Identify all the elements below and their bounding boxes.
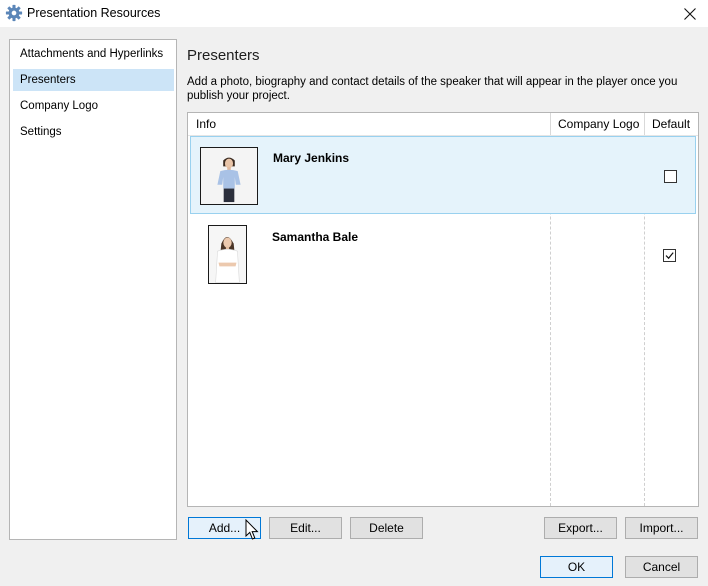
title-bar: Presentation Resources	[0, 0, 708, 27]
default-checkbox[interactable]	[664, 170, 677, 183]
close-icon	[684, 7, 696, 20]
ok-button[interactable]: OK	[540, 556, 613, 578]
delete-button[interactable]: Delete	[350, 517, 423, 539]
presenter-photo	[208, 225, 247, 284]
close-button[interactable]	[672, 0, 708, 27]
column-header-info[interactable]: Info	[196, 113, 216, 135]
nav-item-presenters[interactable]: Presenters	[13, 69, 174, 91]
cancel-button[interactable]: Cancel	[625, 556, 698, 578]
nav-item-company-logo[interactable]: Company Logo	[13, 95, 174, 117]
table-row[interactable]: Samantha Bale	[190, 216, 696, 294]
presenters-table[interactable]: Info Company Logo Default Mary Jenkins S…	[187, 112, 699, 507]
window-title: Presentation Resources	[27, 6, 161, 20]
presenter-name: Samantha Bale	[272, 230, 359, 244]
page-description: Add a photo, biography and contact detai…	[187, 76, 678, 102]
edit-button[interactable]: Edit...	[269, 517, 342, 539]
column-divider	[644, 113, 645, 135]
column-header-company-logo[interactable]: Company Logo	[558, 113, 639, 135]
default-checkbox[interactable]	[663, 249, 676, 262]
table-row[interactable]: Mary Jenkins	[190, 136, 696, 214]
category-list: Attachments and Hyperlinks Presenters Co…	[9, 39, 177, 540]
presenter-photo-image	[209, 226, 246, 283]
presenter-photo	[200, 147, 258, 205]
presenter-name: Mary Jenkins	[273, 151, 350, 165]
gear-icon	[5, 4, 23, 22]
nav-item-settings[interactable]: Settings	[13, 121, 174, 143]
column-header-default[interactable]: Default	[652, 113, 690, 135]
column-divider	[550, 113, 551, 135]
page-title: Presenters	[187, 47, 260, 64]
nav-item-attachments[interactable]: Attachments and Hyperlinks	[13, 43, 174, 65]
import-button[interactable]: Import...	[625, 517, 698, 539]
presenter-photo-image	[201, 148, 257, 204]
export-button[interactable]: Export...	[544, 517, 617, 539]
mouse-pointer-icon	[245, 519, 259, 540]
checkmark-icon	[665, 252, 674, 260]
